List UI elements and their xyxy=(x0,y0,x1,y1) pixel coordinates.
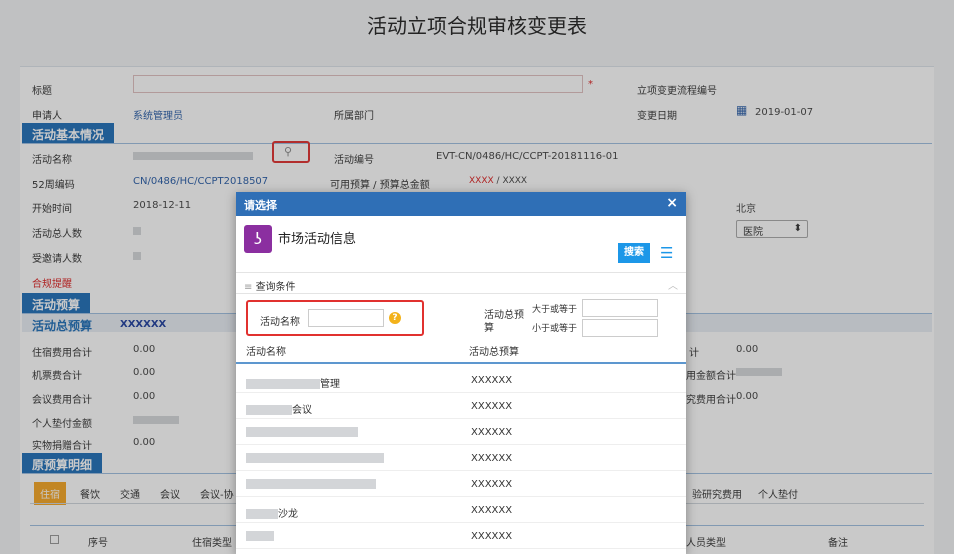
blurred-text xyxy=(246,405,292,415)
result-amount: XXXXXX xyxy=(471,375,513,386)
name-filter-label: 活动名称 xyxy=(260,317,300,328)
query-conditions-bar[interactable]: ≡ 查询条件 ︿ xyxy=(236,272,686,294)
result-amount: XXXXXX xyxy=(471,505,513,516)
result-name-suffix: 管理 xyxy=(320,379,340,390)
select-dialog: 请选择 × ʖ 市场活动信息 搜索 ☰ ≡ 查询条件 ︿ 活动名称 ? 活动总预… xyxy=(236,192,686,554)
query-label-text: 查询条件 xyxy=(255,282,296,293)
gte-input[interactable] xyxy=(582,299,658,317)
result-amount: XXXXXX xyxy=(471,479,513,490)
dialog-title: 请选择 xyxy=(244,199,277,212)
budget-filter-label-2: 算 xyxy=(484,323,494,334)
search-button[interactable]: 搜索 xyxy=(618,243,650,263)
result-name xyxy=(246,453,384,464)
result-row[interactable]: XXXXXX xyxy=(236,445,686,471)
col-activity-name: 活动名称 xyxy=(246,347,286,358)
result-row[interactable]: XXXXXX xyxy=(236,419,686,445)
result-row[interactable]: XXXXXX xyxy=(236,471,686,497)
result-row[interactable]: 会议 XXXXXX xyxy=(236,393,686,419)
result-name xyxy=(246,479,376,490)
result-name: 管理 xyxy=(246,375,340,390)
blurred-text xyxy=(246,453,384,463)
menu-icon: ≡ xyxy=(244,282,256,293)
result-head-line xyxy=(236,362,686,364)
result-row[interactable]: 管理 XXXXXX xyxy=(236,367,686,393)
result-name xyxy=(246,531,274,542)
lte-label: 小于或等于 xyxy=(532,324,578,334)
blurred-text xyxy=(246,479,376,489)
result-name: 会议 xyxy=(246,401,312,416)
result-amount: XXXXXX xyxy=(471,531,513,542)
result-amount: XXXXXX xyxy=(471,453,513,464)
activity-app-icon: ʖ xyxy=(244,225,272,253)
help-icon[interactable]: ? xyxy=(389,312,401,324)
list-icon[interactable]: ☰ xyxy=(660,243,673,263)
query-conditions-label: ≡ 查询条件 xyxy=(244,278,296,293)
result-name-suffix: 会议 xyxy=(292,405,312,416)
dialog-header: 请选择 × xyxy=(236,192,686,216)
close-icon[interactable]: × xyxy=(666,195,678,211)
blurred-text xyxy=(246,427,358,437)
lte-input[interactable] xyxy=(582,319,658,337)
name-filter-input[interactable] xyxy=(308,309,384,327)
result-name xyxy=(246,427,358,438)
result-amount: XXXXXX xyxy=(471,401,513,412)
result-name-suffix: 沙龙 xyxy=(278,509,298,520)
dialog-app-title: 市场活动信息 xyxy=(278,232,357,247)
collapse-chevron-icon[interactable]: ︿ xyxy=(668,277,678,292)
gte-label: 大于或等于 xyxy=(532,305,578,315)
result-amount: XXXXXX xyxy=(471,427,513,438)
result-row[interactable]: XXXXXX xyxy=(236,523,686,549)
blurred-text xyxy=(246,379,320,389)
blurred-text xyxy=(246,509,278,519)
col-activity-budget: 活动总预算 xyxy=(469,347,519,358)
result-row[interactable]: 沙龙 XXXXXX xyxy=(236,497,686,523)
blurred-text xyxy=(246,531,274,541)
result-name: 沙龙 xyxy=(246,505,298,520)
